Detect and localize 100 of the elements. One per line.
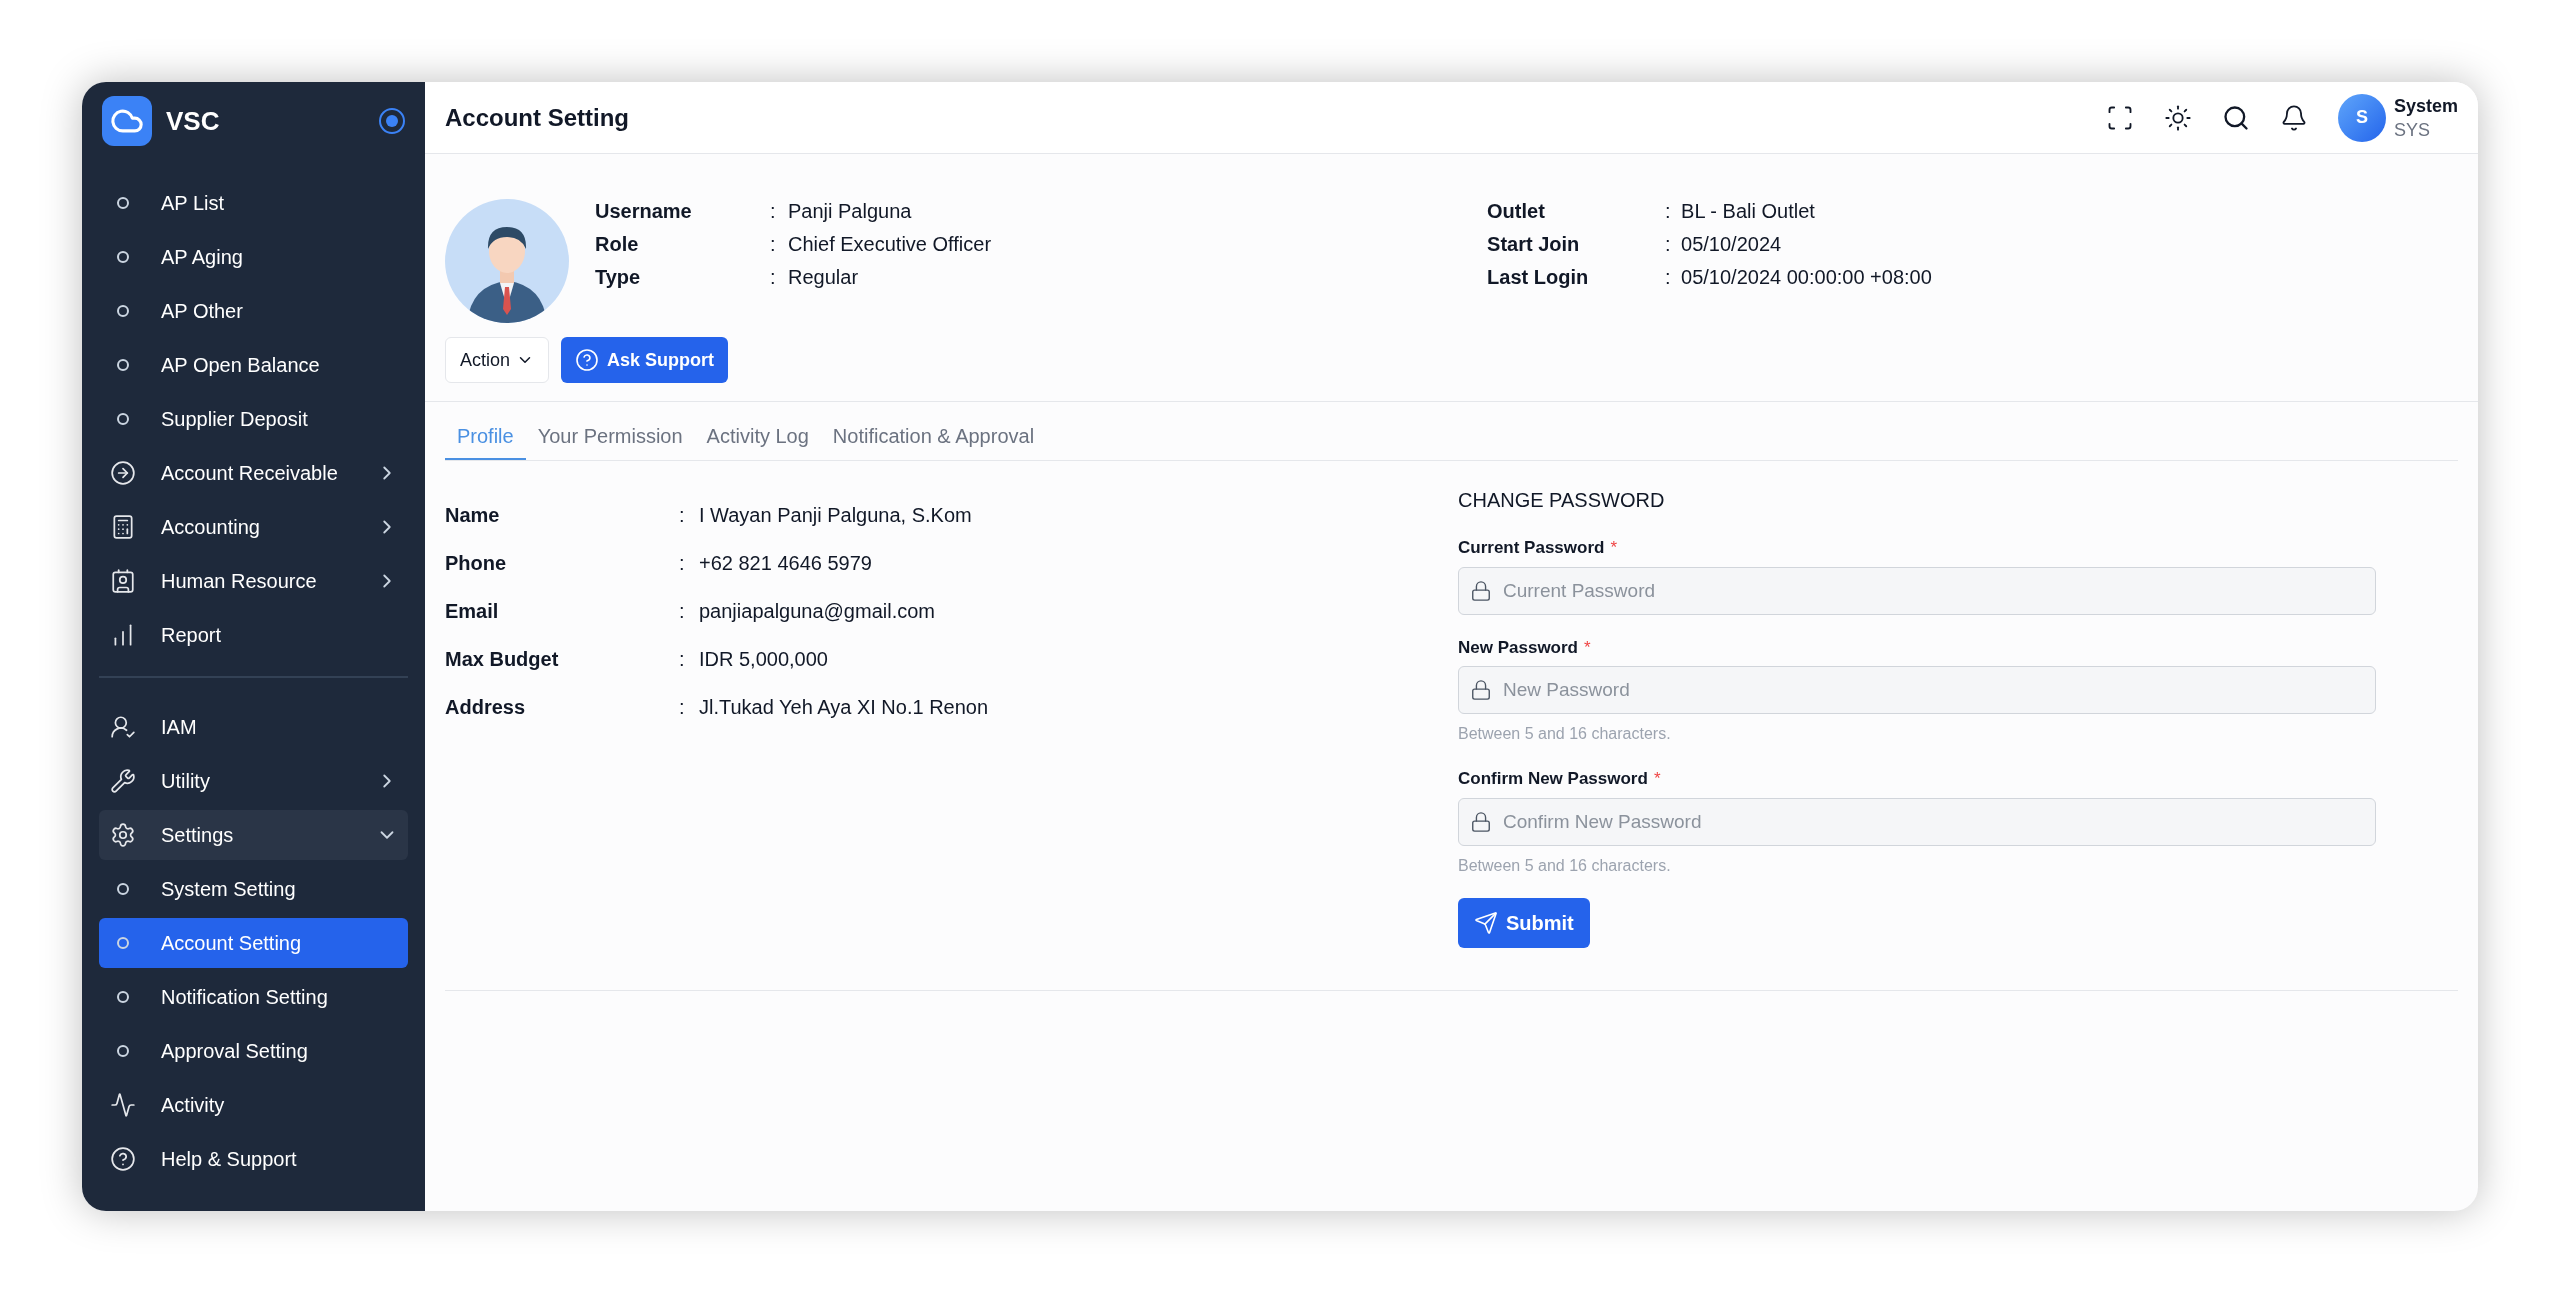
separator: : bbox=[679, 551, 686, 576]
circle-bullet-icon bbox=[117, 305, 129, 317]
sidebar-item-label: Accounting bbox=[161, 515, 261, 540]
sidebar-item[interactable]: AP Other bbox=[99, 286, 408, 336]
field-hint: Between 5 and 16 characters. bbox=[1458, 724, 1672, 744]
activity-icon bbox=[110, 1092, 136, 1118]
sidebar-item-label: AP Aging bbox=[161, 245, 244, 270]
sun-icon[interactable] bbox=[2163, 103, 2192, 132]
separator: : bbox=[770, 199, 777, 224]
calculator-icon bbox=[110, 514, 136, 540]
field-label: New Password bbox=[1458, 636, 1578, 659]
password-field[interactable]: New Password bbox=[1458, 666, 2376, 714]
sidebar-item[interactable]: Approval Setting bbox=[99, 1026, 408, 1076]
sidebar-item[interactable]: Account Setting bbox=[99, 918, 408, 968]
sidebar-item[interactable]: Utility bbox=[99, 756, 408, 806]
sidebar-item-label: Supplier Deposit bbox=[161, 407, 309, 432]
field-label: Email bbox=[445, 599, 500, 624]
sidebar-item[interactable]: Help & Support bbox=[99, 1134, 408, 1184]
field-label: Type bbox=[595, 265, 642, 290]
sidebar-item[interactable]: Supplier Deposit bbox=[99, 394, 408, 444]
field-label: Name bbox=[445, 503, 501, 528]
sidebar-item-label: Activity bbox=[161, 1093, 226, 1118]
required-mark: * bbox=[1610, 537, 1618, 559]
separator: : bbox=[770, 265, 777, 290]
sidebar-item[interactable]: Account Receivable bbox=[99, 448, 408, 498]
password-field[interactable]: Confirm New Password bbox=[1458, 797, 2376, 846]
field-label: Address bbox=[445, 695, 527, 720]
field-hint: Between 5 and 16 characters. bbox=[1458, 855, 1672, 876]
field-label: Username bbox=[595, 199, 693, 224]
action-dropdown[interactable]: Action bbox=[445, 337, 550, 383]
sidebar-item[interactable]: Human Resource bbox=[99, 556, 408, 606]
circle-bullet-icon bbox=[117, 991, 129, 1003]
separator: : bbox=[1665, 232, 1672, 257]
circle-bullet-icon bbox=[117, 413, 129, 425]
field-label: Start Join bbox=[1487, 232, 1581, 257]
circle-bullet-icon bbox=[117, 1045, 129, 1057]
user-name: System bbox=[2393, 94, 2458, 118]
arrow-circle-icon bbox=[110, 460, 136, 486]
circle-bullet-icon bbox=[117, 197, 129, 209]
user-code: SYS bbox=[2393, 118, 2431, 142]
sidebar-item[interactable]: Settings bbox=[99, 810, 408, 860]
sidebar-item[interactable]: AP Open Balance bbox=[99, 340, 408, 390]
user-check-icon bbox=[110, 714, 136, 740]
wrench-icon bbox=[110, 768, 136, 794]
sidebar-item-label: Account Receivable bbox=[161, 461, 339, 486]
cloud-logo-icon bbox=[102, 96, 152, 146]
sidebar-item-label: Settings bbox=[161, 823, 235, 848]
password-field[interactable]: Current Password bbox=[1458, 566, 2376, 615]
sidebar-item[interactable]: AP Aging bbox=[99, 232, 408, 282]
settings-icon bbox=[110, 822, 136, 848]
field-label: Outlet bbox=[1487, 199, 1546, 224]
field-label: Phone bbox=[445, 551, 508, 576]
lock-icon bbox=[1470, 679, 1492, 701]
contact-card-icon bbox=[110, 568, 136, 594]
sidebar-item[interactable]: AP List bbox=[99, 178, 408, 228]
field-value: I Wayan Panji Palguna, S.Kom bbox=[699, 503, 972, 528]
field-label: Current Password bbox=[1458, 537, 1605, 559]
field-value: Panji Palguna bbox=[788, 199, 912, 224]
help-icon bbox=[575, 348, 600, 372]
ask-support-button[interactable]: Ask Support bbox=[561, 337, 729, 383]
circle-bullet-icon bbox=[117, 251, 129, 263]
field-value: BL - Bali Outlet bbox=[1681, 199, 1815, 224]
field-value: 05/10/2024 00:00:00 +08:00 bbox=[1681, 265, 1932, 290]
sidebar-item[interactable]: Activity bbox=[99, 1080, 408, 1130]
send-icon bbox=[1474, 910, 1498, 935]
search-icon[interactable] bbox=[2221, 103, 2250, 132]
sidebar-item[interactable]: System Setting bbox=[99, 864, 408, 914]
sidebar-item[interactable]: Notification Setting bbox=[99, 972, 408, 1022]
sidebar-item-label: Utility bbox=[161, 769, 211, 794]
brand-name: VSC bbox=[166, 104, 221, 138]
sidebar-item[interactable]: Accounting bbox=[99, 502, 408, 552]
separator: : bbox=[679, 503, 686, 528]
tab[interactable]: Notification & Approval bbox=[820, 414, 1047, 460]
lock-icon bbox=[1470, 810, 1492, 833]
section-title: CHANGE PASSWORD bbox=[1458, 488, 1666, 513]
circle-bullet-icon bbox=[117, 883, 129, 895]
field-value: Chief Executive Officer bbox=[788, 232, 992, 257]
sidebar-item-label: Account Setting bbox=[161, 931, 303, 956]
separator: : bbox=[1665, 199, 1672, 224]
user-avatar[interactable]: S bbox=[2337, 93, 2386, 142]
required-mark: * bbox=[1584, 636, 1591, 659]
required-mark: * bbox=[1653, 768, 1661, 790]
field-value: 05/10/2024 bbox=[1681, 232, 1782, 257]
submit-button[interactable]: Submit bbox=[1458, 897, 1590, 948]
field-label: Max Budget bbox=[445, 647, 560, 672]
tab[interactable]: Your Permission bbox=[525, 414, 695, 460]
circle-bullet-icon bbox=[117, 359, 129, 371]
tab[interactable]: Activity Log bbox=[694, 414, 821, 460]
separator: : bbox=[679, 695, 686, 720]
sidebar-item[interactable]: Report bbox=[99, 610, 408, 660]
pin-toggle-icon[interactable] bbox=[379, 108, 405, 134]
sidebar-item[interactable]: IAM bbox=[99, 702, 408, 752]
sidebar-item-label: AP Other bbox=[161, 299, 244, 324]
sidebar-item-label: Report bbox=[161, 623, 223, 648]
sidebar-item-label: Human Resource bbox=[161, 569, 318, 594]
separator: : bbox=[679, 599, 686, 624]
help-icon bbox=[110, 1146, 136, 1172]
sidebar-item-label: AP List bbox=[161, 191, 225, 216]
field-value: Regular bbox=[788, 265, 859, 290]
field-value: Jl.Tukad Yeh Aya XI No.1 Renon bbox=[699, 695, 989, 720]
